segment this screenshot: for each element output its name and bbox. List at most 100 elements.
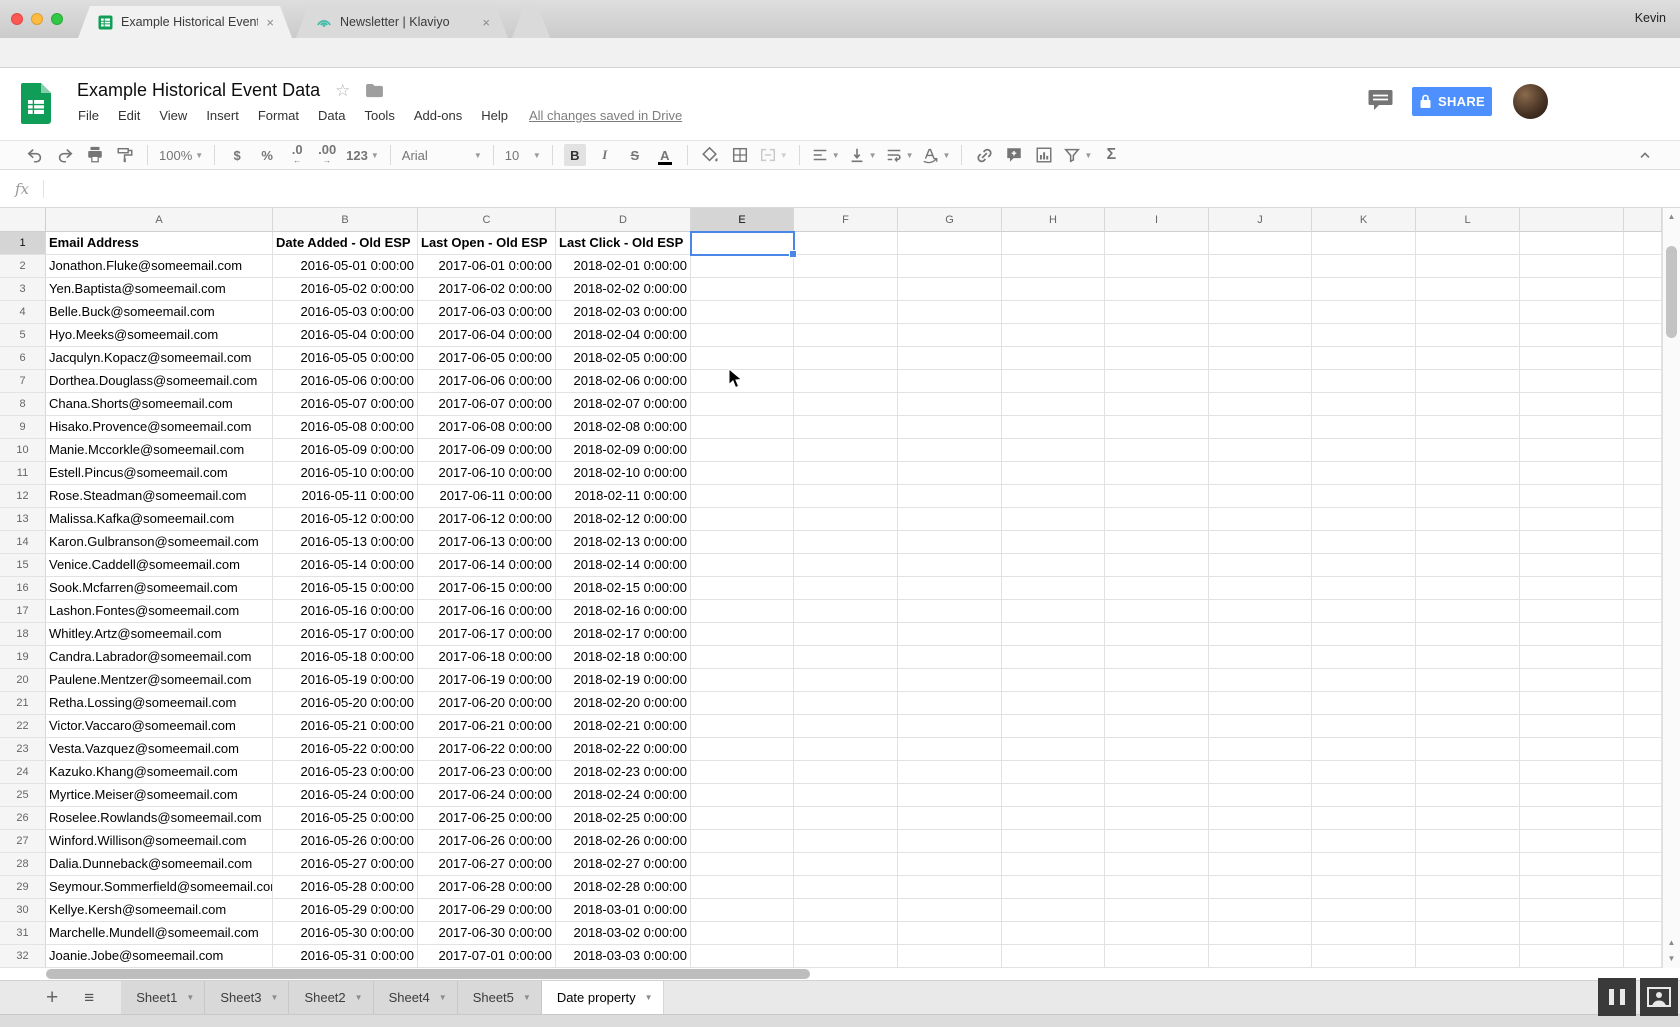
insert-link-button[interactable] — [973, 144, 995, 166]
cell-G2[interactable] — [898, 255, 1002, 278]
cell-K13[interactable] — [1312, 508, 1416, 531]
window-minimize-button[interactable] — [31, 13, 43, 25]
cell-L4[interactable] — [1416, 301, 1520, 324]
cell-K22[interactable] — [1312, 715, 1416, 738]
row-header-28[interactable]: 28 — [0, 853, 46, 876]
cell-F16[interactable] — [794, 577, 898, 600]
cell-D22[interactable]: 2018-02-21 0:00:00 — [556, 715, 691, 738]
cell-C13[interactable]: 2017-06-12 0:00:00 — [418, 508, 556, 531]
vertical-scrollbar[interactable]: ▲ ▲ ▼ — [1662, 208, 1680, 968]
cell-H26[interactable] — [1002, 807, 1105, 830]
cell-L28[interactable] — [1416, 853, 1520, 876]
cell-J13[interactable] — [1209, 508, 1312, 531]
cell-E17[interactable] — [691, 600, 794, 623]
cell-A5[interactable]: Hyo.Meeks@someemail.com — [46, 324, 273, 347]
cell-X121[interactable] — [1520, 232, 1624, 255]
cell-K31[interactable] — [1312, 922, 1416, 945]
cell-H23[interactable] — [1002, 738, 1105, 761]
row-header-14[interactable]: 14 — [0, 531, 46, 554]
cell-A13[interactable]: Malissa.Kafka@someemail.com — [46, 508, 273, 531]
save-status[interactable]: All changes saved in Drive — [529, 108, 682, 123]
cell-K6[interactable] — [1312, 347, 1416, 370]
cell-L30[interactable] — [1416, 899, 1520, 922]
row-header-4[interactable]: 4 — [0, 301, 46, 324]
cell-F10[interactable] — [794, 439, 898, 462]
cell-X1320[interactable] — [1624, 669, 1662, 692]
tab-close-icon[interactable]: × — [266, 16, 274, 29]
cell-D23[interactable]: 2018-02-22 0:00:00 — [556, 738, 691, 761]
cell-X124[interactable] — [1520, 301, 1624, 324]
cell-G23[interactable] — [898, 738, 1002, 761]
cell-K11[interactable] — [1312, 462, 1416, 485]
cell-K24[interactable] — [1312, 761, 1416, 784]
cell-A6[interactable]: Jacqulyn.Kopacz@someemail.com — [46, 347, 273, 370]
recording-camera-button[interactable] — [1640, 978, 1678, 1016]
cell-K1[interactable] — [1312, 232, 1416, 255]
cell-L12[interactable] — [1416, 485, 1520, 508]
chevron-down-icon[interactable]: ▼ — [439, 993, 447, 1002]
cell-B18[interactable]: 2016-05-17 0:00:00 — [273, 623, 418, 646]
cell-G25[interactable] — [898, 784, 1002, 807]
cell-A25[interactable]: Myrtice.Meiser@someemail.com — [46, 784, 273, 807]
decrease-decimals-button[interactable]: .0← — [286, 144, 308, 166]
cell-E1[interactable] — [691, 232, 794, 255]
cell-L11[interactable] — [1416, 462, 1520, 485]
column-header-B[interactable]: B — [273, 208, 418, 232]
row-header-6[interactable]: 6 — [0, 347, 46, 370]
cell-I12[interactable] — [1105, 485, 1209, 508]
cell-A30[interactable]: Kellye.Kersh@someemail.com — [46, 899, 273, 922]
cell-J14[interactable] — [1209, 531, 1312, 554]
move-to-folder-icon[interactable] — [365, 83, 384, 98]
cell-I25[interactable] — [1105, 784, 1209, 807]
cell-L22[interactable] — [1416, 715, 1520, 738]
cell-C25[interactable]: 2017-06-24 0:00:00 — [418, 784, 556, 807]
cell-A26[interactable]: Roselee.Rowlands@someemail.com — [46, 807, 273, 830]
cell-L2[interactable] — [1416, 255, 1520, 278]
select-all-corner[interactable] — [0, 208, 46, 232]
cell-X1211[interactable] — [1520, 462, 1624, 485]
cell-B10[interactable]: 2016-05-09 0:00:00 — [273, 439, 418, 462]
cell-X137[interactable] — [1624, 370, 1662, 393]
cell-J1[interactable] — [1209, 232, 1312, 255]
cell-I26[interactable] — [1105, 807, 1209, 830]
row-header-8[interactable]: 8 — [0, 393, 46, 416]
new-tab-button[interactable] — [512, 6, 550, 38]
collapse-toolbar-button[interactable] — [1634, 144, 1656, 166]
cell-C22[interactable]: 2017-06-21 0:00:00 — [418, 715, 556, 738]
cell-I9[interactable] — [1105, 416, 1209, 439]
cell-F1[interactable] — [794, 232, 898, 255]
cell-H2[interactable] — [1002, 255, 1105, 278]
functions-button[interactable]: Σ — [1100, 144, 1122, 166]
cell-D4[interactable]: 2018-02-03 0:00:00 — [556, 301, 691, 324]
cell-X1319[interactable] — [1624, 646, 1662, 669]
row-header-9[interactable]: 9 — [0, 416, 46, 439]
cell-I22[interactable] — [1105, 715, 1209, 738]
cell-L27[interactable] — [1416, 830, 1520, 853]
cell-E27[interactable] — [691, 830, 794, 853]
cell-H16[interactable] — [1002, 577, 1105, 600]
cell-X1216[interactable] — [1520, 577, 1624, 600]
cell-D30[interactable]: 2018-03-01 0:00:00 — [556, 899, 691, 922]
cell-D14[interactable]: 2018-02-13 0:00:00 — [556, 531, 691, 554]
row-header-22[interactable]: 22 — [0, 715, 46, 738]
cell-J30[interactable] — [1209, 899, 1312, 922]
scroll-down-icon[interactable]: ▼ — [1663, 950, 1680, 966]
cell-E21[interactable] — [691, 692, 794, 715]
font-family-select[interactable]: Arial▼ — [402, 144, 482, 166]
cell-F24[interactable] — [794, 761, 898, 784]
cell-X1329[interactable] — [1624, 876, 1662, 899]
cell-K14[interactable] — [1312, 531, 1416, 554]
cell-L31[interactable] — [1416, 922, 1520, 945]
cell-I8[interactable] — [1105, 393, 1209, 416]
cell-H9[interactable] — [1002, 416, 1105, 439]
cell-I24[interactable] — [1105, 761, 1209, 784]
cell-G11[interactable] — [898, 462, 1002, 485]
cell-G21[interactable] — [898, 692, 1002, 715]
cell-D29[interactable]: 2018-02-28 0:00:00 — [556, 876, 691, 899]
cell-L5[interactable] — [1416, 324, 1520, 347]
cell-I18[interactable] — [1105, 623, 1209, 646]
cell-B17[interactable]: 2016-05-16 0:00:00 — [273, 600, 418, 623]
cell-C7[interactable]: 2017-06-06 0:00:00 — [418, 370, 556, 393]
cell-X1214[interactable] — [1520, 531, 1624, 554]
cell-A15[interactable]: Venice.Caddell@someemail.com — [46, 554, 273, 577]
